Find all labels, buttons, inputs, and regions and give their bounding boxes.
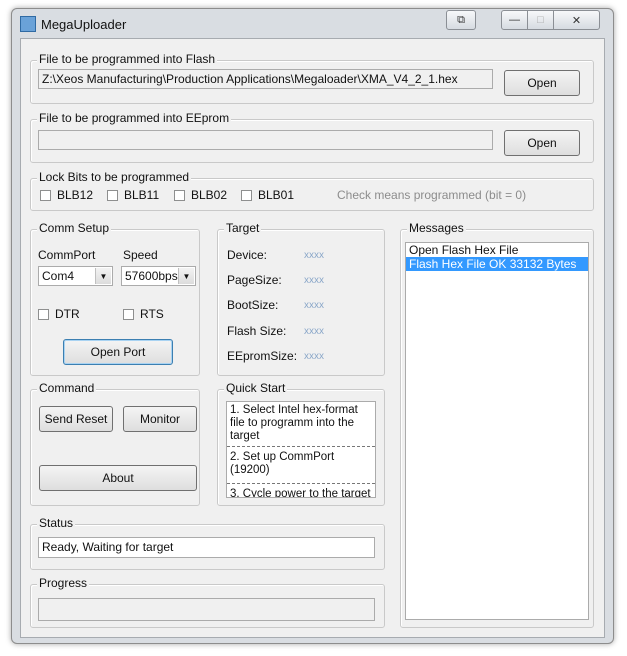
blb12-checkbox[interactable] — [40, 190, 51, 201]
status-group: Status Ready, Waiting for target — [30, 516, 385, 570]
eeprom-group: File to be programmed into EEprom Open — [30, 111, 594, 163]
about-button[interactable]: About — [39, 465, 197, 491]
quick-start-step: 1. Select Intel hex-format file to progr… — [227, 403, 375, 447]
blb11-checkbox[interactable] — [107, 190, 118, 201]
minimize-button[interactable]: — — [501, 10, 528, 30]
rts-label: RTS — [140, 307, 164, 321]
eeprom-path-field[interactable] — [38, 130, 493, 150]
client-area: File to be programmed into Flash Z:\Xeos… — [20, 38, 605, 638]
bootsize-value: xxxx — [304, 300, 324, 311]
status-group-label: Status — [37, 516, 76, 530]
progress-bar — [38, 598, 375, 621]
device-value: xxxx — [304, 250, 324, 261]
flash-size-label: Flash Size: — [227, 324, 287, 338]
eeprom-open-button[interactable]: Open — [504, 130, 580, 156]
command-group-label: Command — [37, 381, 97, 395]
rts-checkbox[interactable] — [123, 309, 134, 320]
blb02-label: BLB02 — [191, 188, 228, 202]
lock-bits-hint: Check means programmed (bit = 0) — [337, 188, 527, 202]
title-bar[interactable]: MegaUploader ⧉ — □ ✕ — [12, 9, 613, 37]
quick-start-list[interactable]: 1. Select Intel hex-format file to progr… — [226, 401, 376, 498]
quick-start-group-label: Quick Start — [224, 381, 288, 395]
eeprom-size-label: EEpromSize: — [227, 349, 298, 363]
status-field: Ready, Waiting for target — [38, 537, 375, 558]
restore-icon[interactable]: ⧉ — [446, 10, 476, 30]
dtr-checkbox[interactable] — [38, 309, 49, 320]
progress-group-label: Progress — [37, 576, 90, 590]
messages-group: Messages Open Flash Hex File Flash Hex F… — [400, 221, 594, 628]
commport-select[interactable]: Com4 ▼ — [38, 266, 113, 286]
blb01-label: BLB01 — [258, 188, 295, 202]
chevron-down-icon[interactable]: ▼ — [95, 268, 111, 284]
lock-bits-group-label: Lock Bits to be programmed — [37, 170, 192, 184]
flash-group: File to be programmed into Flash Z:\Xeos… — [30, 52, 594, 104]
quick-start-step: 3. Cycle power to the target — [227, 484, 375, 497]
speed-value: 57600bps — [125, 269, 178, 283]
pagesize-value: xxxx — [304, 275, 324, 286]
commport-value: Com4 — [42, 269, 75, 283]
blb12-label: BLB12 — [57, 188, 94, 202]
maximize-button[interactable]: □ — [527, 10, 554, 30]
eeprom-size-value: xxxx — [304, 351, 324, 362]
chevron-down-icon[interactable]: ▼ — [178, 268, 194, 284]
blb01-checkbox[interactable] — [241, 190, 252, 201]
blb11-label: BLB11 — [124, 188, 160, 202]
quick-start-step: 2. Set up CommPort (19200) — [227, 447, 375, 484]
speed-label: Speed — [123, 248, 158, 262]
list-item[interactable]: Open Flash Hex File — [406, 243, 588, 257]
messages-list[interactable]: Open Flash Hex File Flash Hex File OK 33… — [405, 242, 589, 620]
command-group: Command Send Reset Monitor About — [30, 381, 200, 506]
main-window: MegaUploader ⧉ — □ ✕ File to be programm… — [11, 8, 614, 644]
comm-setup-group-label: Comm Setup — [37, 221, 112, 235]
monitor-button[interactable]: Monitor — [123, 406, 197, 432]
target-group: Target Device: xxxx PageSize: xxxx BootS… — [217, 221, 385, 376]
bootsize-label: BootSize: — [227, 298, 279, 312]
lock-bits-group: Lock Bits to be programmed BLB12 BLB11 B… — [30, 170, 594, 211]
comm-setup-group: Comm Setup CommPort Speed Com4 ▼ 57600bp… — [30, 221, 200, 376]
quick-start-group: Quick Start 1. Select Intel hex-format f… — [217, 381, 385, 506]
eeprom-group-label: File to be programmed into EEprom — [37, 111, 232, 125]
send-reset-button[interactable]: Send Reset — [39, 406, 113, 432]
speed-select[interactable]: 57600bps ▼ — [121, 266, 196, 286]
dtr-label: DTR — [55, 307, 80, 321]
app-icon — [20, 16, 36, 32]
progress-group: Progress — [30, 576, 385, 628]
pagesize-label: PageSize: — [227, 273, 282, 287]
window-title: MegaUploader — [41, 17, 127, 32]
close-button[interactable]: ✕ — [553, 10, 600, 30]
commport-label: CommPort — [38, 248, 96, 262]
messages-group-label: Messages — [407, 221, 466, 235]
flash-group-label: File to be programmed into Flash — [37, 52, 218, 66]
open-port-button[interactable]: Open Port — [63, 339, 173, 365]
blb02-checkbox[interactable] — [174, 190, 185, 201]
device-label: Device: — [227, 248, 268, 262]
flash-size-value: xxxx — [304, 326, 324, 337]
list-item-selected[interactable]: Flash Hex File OK 33132 Bytes — [406, 257, 588, 271]
flash-open-button[interactable]: Open — [504, 70, 580, 96]
flash-path-field[interactable]: Z:\Xeos Manufacturing\Production Applica… — [38, 69, 493, 89]
target-group-label: Target — [224, 221, 262, 235]
